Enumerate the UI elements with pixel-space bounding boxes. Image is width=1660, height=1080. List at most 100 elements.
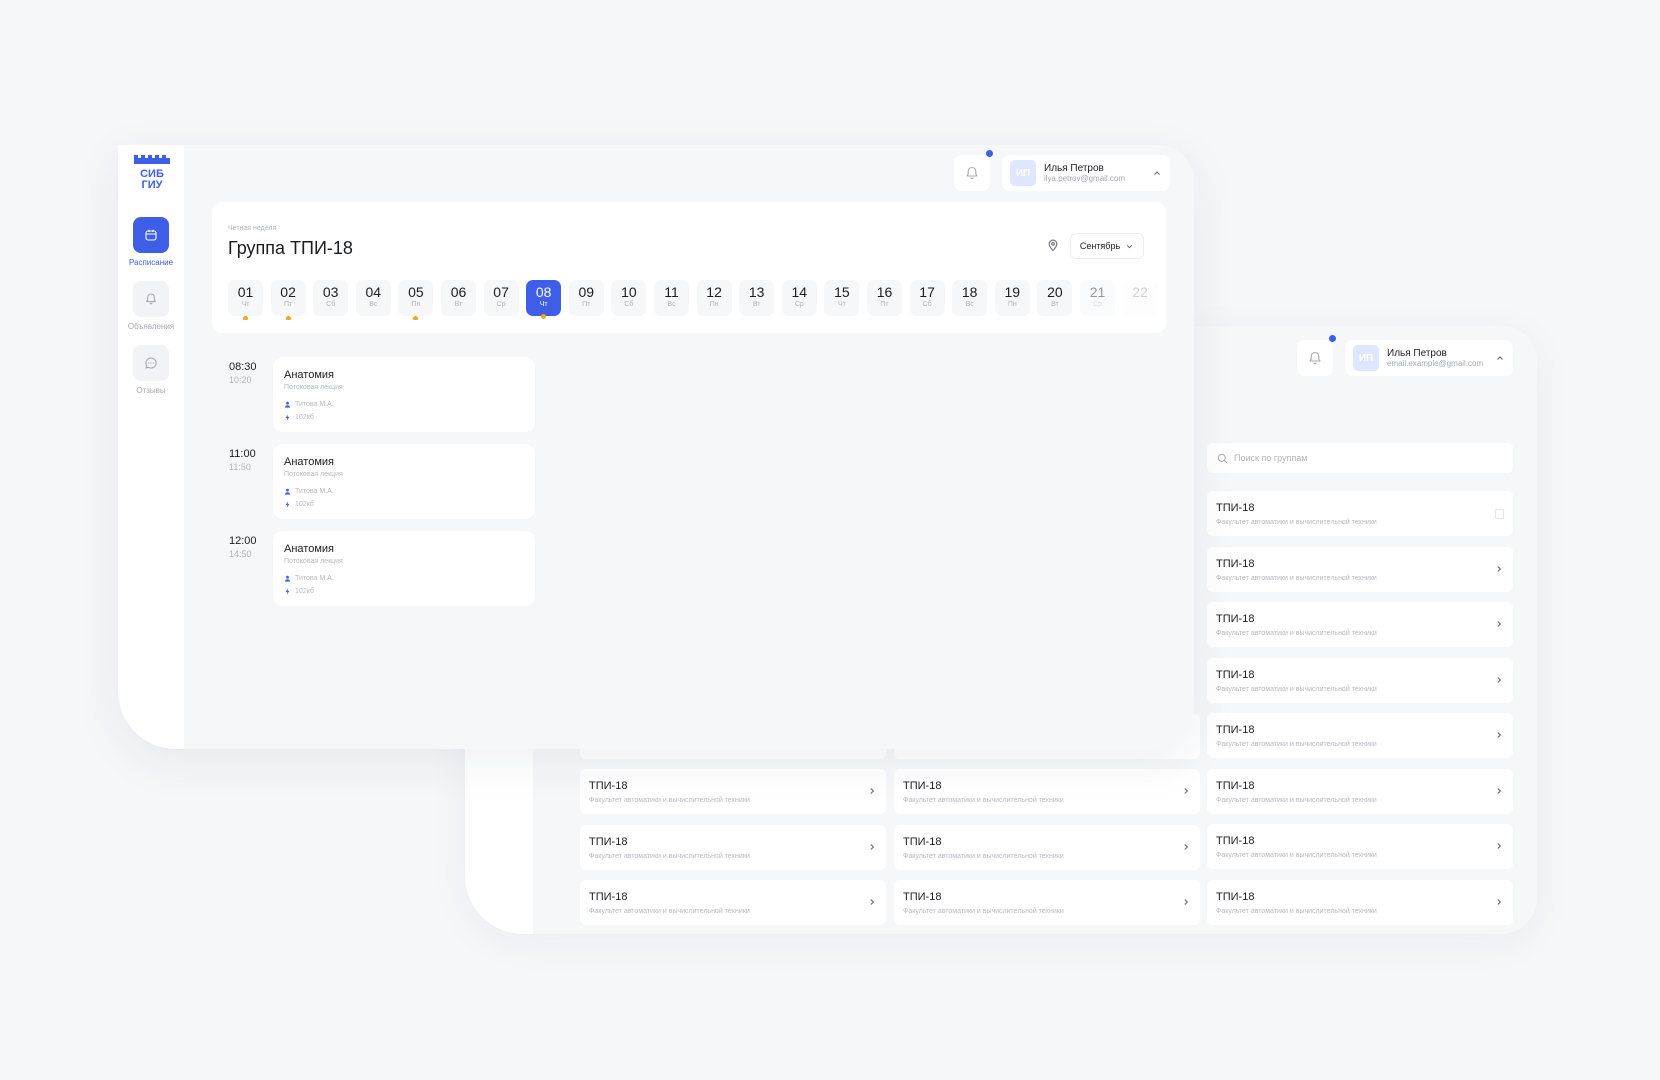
notifications-button[interactable] bbox=[1297, 335, 1336, 376]
lesson-start: 08:30 bbox=[229, 361, 257, 373]
lesson-card[interactable]: Анатомия Потоковая лекция Титова М.А. 102кб bbox=[273, 357, 535, 432]
group-list-item[interactable]: ТПИ-18 Факультет автоматики и вычислитель… bbox=[1207, 657, 1513, 703]
group-list-item[interactable]: ТПИ-18 Факультет автоматики и вычислитель… bbox=[1207, 602, 1513, 647]
day-weekday: Ср bbox=[794, 301, 804, 308]
user-menu[interactable]: ИП Илья Петров email.example@gmail.com bbox=[1345, 340, 1513, 376]
group-list-item[interactable]: ТПИ-18 Факультет автоматики и вычислитель… bbox=[580, 769, 886, 814]
search-input[interactable]: Поиск по группам bbox=[1207, 443, 1513, 473]
lesson-time: 08:30 10:20 bbox=[229, 361, 257, 385]
date-08[interactable]: 08 Чт bbox=[526, 280, 562, 319]
nav-feedback[interactable]: Отзывы bbox=[118, 345, 184, 395]
day-number: 19 bbox=[1004, 284, 1021, 300]
group-faculty: Факультет автоматики и вычислительной те… bbox=[1216, 741, 1377, 748]
day-number: 22 bbox=[1132, 284, 1148, 300]
group-list-item[interactable]: ТПИ-18 Факультет автоматики и вычислитель… bbox=[894, 880, 1200, 925]
date-19[interactable]: 19 Пн bbox=[994, 280, 1030, 316]
group-list-item[interactable]: ТПИ-18 Факультет автоматики и вычислитель… bbox=[1207, 768, 1513, 814]
group-title: ТПИ-18 bbox=[903, 835, 942, 848]
date-15[interactable]: 15 Чт bbox=[824, 280, 860, 316]
user-menu[interactable]: ИП Илья Петров ilya.petrov@gmail.com bbox=[1002, 155, 1170, 191]
day-weekday: Вс bbox=[965, 301, 974, 308]
chevron-right-icon bbox=[1497, 898, 1502, 905]
group-title: ТПИ-18 bbox=[1216, 835, 1255, 847]
room-icon bbox=[285, 501, 290, 508]
nav-label: Расписание bbox=[128, 258, 174, 267]
day-weekday: Вс bbox=[667, 301, 676, 308]
teacher-icon bbox=[284, 488, 291, 495]
chevron-right-icon bbox=[870, 788, 875, 794]
date-04[interactable]: 04 Вс bbox=[355, 280, 391, 316]
lesson-card[interactable]: Анатомия Потоковая лекция Титова М.А. 102кб bbox=[273, 444, 535, 519]
date-01[interactable]: 01 Чт bbox=[228, 280, 263, 320]
date-13[interactable]: 13 Вт bbox=[739, 280, 775, 316]
nav-schedule[interactable]: Расписание bbox=[118, 217, 184, 267]
avatar: ИП bbox=[1353, 345, 1379, 371]
group-list-item[interactable]: ТПИ-18 Факультет автоматики и вычислитель… bbox=[580, 824, 886, 870]
month-select[interactable]: Сентябрь bbox=[1070, 233, 1144, 259]
group-title: ТПИ-18 bbox=[903, 891, 942, 903]
day-number: 01 bbox=[237, 284, 254, 300]
date-21[interactable]: 21 Ср bbox=[1080, 280, 1115, 316]
day-weekday: Пт bbox=[880, 301, 889, 308]
date-02[interactable]: 02 Пт bbox=[270, 280, 306, 320]
group-list-item[interactable]: ТПИ-18 Факультет автоматики и вычислитель… bbox=[1207, 713, 1513, 758]
notification-dot bbox=[1329, 335, 1336, 342]
group-list-item[interactable]: ТПИ-18 Факультет автоматики и вычислитель… bbox=[1207, 879, 1513, 925]
group-list-item[interactable]: ТПИ-18 Факультет автоматики и вычислитель… bbox=[894, 769, 1200, 814]
day-number: 10 bbox=[621, 284, 637, 300]
group-list-item[interactable]: ТПИ-18 Факультет автоматики и вычислитель… bbox=[580, 880, 886, 925]
day-weekday: Сб bbox=[326, 301, 336, 308]
notifications-button[interactable] bbox=[954, 150, 993, 191]
group-title: ТПИ-18 bbox=[1216, 668, 1255, 681]
date-16[interactable]: 16 Пт bbox=[867, 280, 902, 316]
group-list-item[interactable]: ТПИ-18 Факультет автоматики и вычислитель… bbox=[1207, 546, 1513, 592]
day-number: 15 bbox=[834, 284, 850, 300]
lesson-card[interactable]: Анатомия Потоковая лекция Титова М.А. 102кб bbox=[273, 531, 535, 606]
date-18[interactable]: 18 Вс bbox=[952, 280, 988, 316]
date-17[interactable]: 17 Сб bbox=[909, 280, 945, 316]
date-22[interactable]: 22 bbox=[1122, 280, 1158, 316]
group-title: ТПИ-18 bbox=[589, 835, 628, 848]
group-title: ТПИ-18 bbox=[1216, 502, 1255, 514]
date-05[interactable]: 05 Пн bbox=[398, 280, 434, 320]
chevron-right-icon bbox=[1184, 843, 1189, 850]
chat-icon bbox=[145, 357, 157, 369]
checkbox-icon[interactable] bbox=[1495, 509, 1504, 519]
university-logo: СИБ ГИУ bbox=[134, 155, 170, 191]
chevron-right-icon bbox=[1497, 843, 1502, 849]
lesson-teacher: Титова М.А. bbox=[295, 488, 334, 495]
header: ИП Илья Петров ilya.petrov@gmail.com bbox=[954, 150, 1170, 191]
date-14[interactable]: 14 Ср bbox=[781, 280, 817, 316]
location-pin-icon[interactable] bbox=[1046, 238, 1060, 252]
sidebar: СИБ ГИУ Расписание Объявления Отзывы bbox=[118, 145, 184, 749]
date-09[interactable]: 09 Пт bbox=[568, 280, 604, 316]
date-06[interactable]: 06 Вт bbox=[441, 280, 476, 316]
group-list-item[interactable]: ТПИ-18 Факультет автоматики и вычислитель… bbox=[1207, 824, 1513, 869]
date-07[interactable]: 07 Ср bbox=[483, 280, 519, 316]
day-weekday: Пн bbox=[709, 301, 719, 308]
group-list-item[interactable]: ТПИ-18 Факультет автоматики и вычислитель… bbox=[1207, 491, 1513, 536]
date-12[interactable]: 12 Пн bbox=[696, 280, 732, 316]
teacher-icon bbox=[284, 575, 291, 582]
chevron-right-icon bbox=[1497, 732, 1502, 738]
chevron-right-icon bbox=[1497, 787, 1502, 794]
date-10[interactable]: 10 Сб bbox=[611, 280, 647, 316]
group-title: ТПИ-18 bbox=[1216, 613, 1255, 625]
day-weekday: Вт bbox=[454, 301, 463, 308]
day-weekday: Ср bbox=[1093, 301, 1102, 308]
day-weekday: Пт bbox=[283, 301, 293, 308]
nav-announcements[interactable]: Объявления bbox=[118, 281, 184, 331]
group-list-item[interactable]: ТПИ-18 Факультет автоматики и вычислитель… bbox=[894, 824, 1200, 870]
date-20[interactable]: 20 Вт bbox=[1037, 280, 1073, 316]
nav-label: Отзывы bbox=[136, 386, 166, 395]
calendar-icon bbox=[145, 229, 157, 241]
event-dot bbox=[243, 316, 248, 320]
day-weekday: Вс bbox=[369, 301, 378, 308]
date-03[interactable]: 03 Сб bbox=[313, 280, 349, 316]
lesson-teacher: Титова М.А. bbox=[295, 575, 334, 582]
day-weekday: Вт bbox=[752, 301, 761, 308]
group-faculty: Факультет автоматики и вычислительной те… bbox=[589, 908, 750, 915]
day-number: 12 bbox=[706, 284, 722, 300]
date-11[interactable]: 11 Вс bbox=[654, 280, 689, 316]
day-weekday: Пт bbox=[582, 301, 591, 308]
